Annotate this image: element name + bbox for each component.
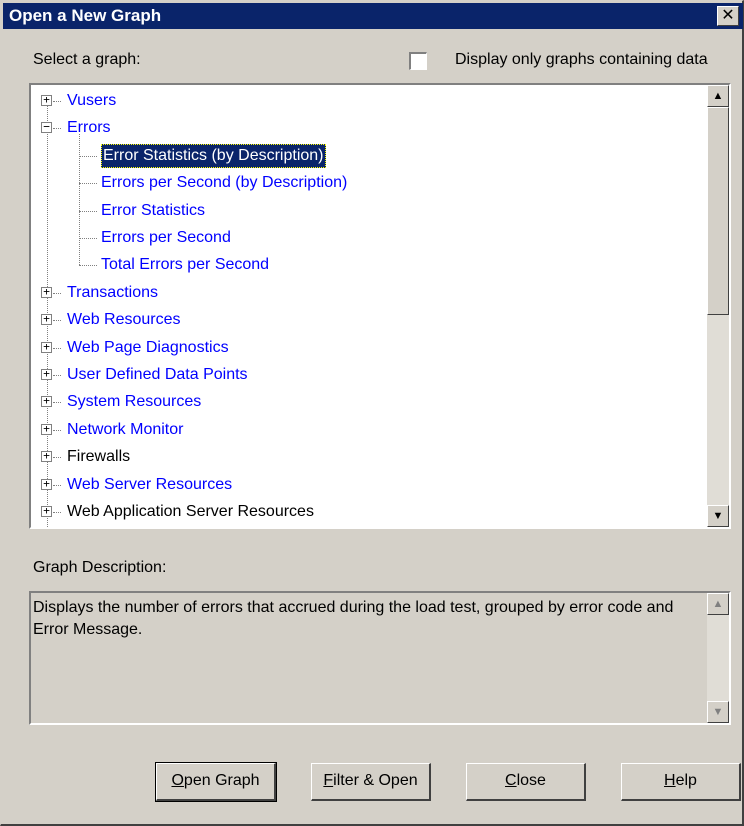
- tree-group-item[interactable]: − Errors: [31, 116, 707, 140]
- tree-connector-tick: [79, 210, 97, 212]
- tree-connector-tick: [53, 512, 61, 513]
- tree-group-item[interactable]: + Network Monitor: [31, 418, 707, 442]
- tree-item-label: System Resources: [67, 393, 202, 411]
- tree-item-label: Network Monitor: [67, 420, 184, 438]
- tree-connector-tick: [53, 457, 61, 459]
- tree-leaf-item[interactable]: Total Errors per Second: [31, 253, 707, 277]
- expand-icon[interactable]: +: [41, 478, 52, 490]
- tree-item-label: Error Statistics (by Description): [101, 143, 326, 168]
- tree-item-label: User Defined Data Points: [67, 366, 248, 383]
- tree-connector-tick: [53, 128, 61, 130]
- tree-group-item[interactable]: + Vusers: [31, 89, 707, 113]
- tree-content: + Vusers − Errors Error Statistics (by Descr…: [31, 85, 707, 527]
- expand-icon[interactable]: +: [41, 423, 52, 435]
- tree-connector-tick: [53, 320, 61, 322]
- tree-item-label: Errors per Second: [101, 229, 231, 246]
- scroll-up-icon[interactable]: ▲: [707, 85, 729, 107]
- close-button[interactable]: Close: [466, 763, 586, 801]
- scroll-thumb[interactable]: [707, 107, 729, 315]
- expand-icon[interactable]: +: [41, 313, 52, 326]
- tree-connector-tick: [79, 265, 97, 267]
- tree-connector-tick: [53, 292, 61, 294]
- graph-tree[interactable]: + Vusers − Errors Error Statistics (by Descr…: [29, 83, 731, 529]
- tree-connector-tick: [53, 375, 61, 376]
- graph-description-text: Displays the number of errors that accru…: [33, 599, 674, 638]
- tree-item-label: Web Resources: [67, 311, 181, 329]
- help-button[interactable]: Help: [621, 763, 741, 801]
- tree-scrollbar[interactable]: ▲ ▼: [707, 85, 729, 527]
- expand-icon[interactable]: +: [41, 395, 52, 408]
- tree-group-item[interactable]: + Web Application Server Resources: [31, 500, 707, 524]
- tree-group-item[interactable]: + Web Page Diagnostics: [31, 336, 707, 360]
- tree-group-item[interactable]: + Web Server Resources: [31, 473, 707, 497]
- checkbox-box[interactable]: [409, 52, 427, 70]
- tree-leaf-item[interactable]: Errors per Second (by Description): [31, 171, 707, 195]
- tree-group-item[interactable]: + User Defined Data Points: [31, 363, 707, 387]
- expand-icon[interactable]: +: [41, 368, 52, 380]
- expand-icon[interactable]: +: [41, 341, 52, 353]
- checkbox-label: Display only graphs containing data: [455, 51, 708, 68]
- graph-description-box: Displays the number of errors that accru…: [29, 591, 731, 725]
- collapse-icon[interactable]: −: [41, 121, 52, 134]
- tree-item-label: Firewalls: [67, 448, 131, 466]
- tree-group-item[interactable]: + Firewalls: [31, 445, 707, 469]
- window-title: Open a New Graph: [9, 6, 162, 25]
- expand-icon[interactable]: +: [41, 505, 52, 517]
- tree-item-label: Total Errors per Second: [101, 256, 270, 274]
- tree-group-item[interactable]: + Transactions: [31, 281, 707, 305]
- select-graph-label: Select a graph:: [33, 51, 141, 68]
- tree-item-label: Vusers: [67, 92, 117, 109]
- tree-group-item[interactable]: + System Resources: [31, 390, 707, 414]
- tree-connector-tick: [53, 484, 61, 486]
- tree-leaf-item[interactable]: Errors per Second: [31, 226, 707, 250]
- tree-connector-tick: [53, 101, 61, 102]
- tree-leaf-item[interactable]: Error Statistics: [31, 199, 707, 223]
- expand-icon[interactable]: +: [41, 450, 52, 463]
- tree-item-label: Web Page Diagnostics: [67, 338, 229, 356]
- tree-item-label: Web Server Resources: [67, 475, 233, 493]
- tree-connector-tick: [53, 347, 61, 349]
- tree-connector-tick: [53, 402, 61, 404]
- tree-item-label: Web Application Server Resources: [67, 503, 314, 520]
- tree-child-connector-line: [79, 133, 80, 266]
- tree-item-label: Error Statistics: [101, 201, 206, 219]
- expand-icon[interactable]: +: [41, 286, 52, 298]
- description-scrollbar[interactable]: ▲ ▼: [707, 593, 729, 723]
- desc-scroll-down-icon[interactable]: ▼: [707, 701, 729, 723]
- open-graph-dialog: Open a New Graph ✕ Select a graph: Displ…: [0, 0, 744, 826]
- tree-connector-tick: [53, 429, 61, 431]
- scroll-down-icon[interactable]: ▼: [707, 505, 729, 527]
- desc-scroll-up-icon[interactable]: ▲: [707, 593, 729, 615]
- close-icon[interactable]: ✕: [717, 6, 739, 26]
- tree-item-label: Errors: [67, 119, 111, 137]
- tree-leaf-item[interactable]: Error Statistics (by Description): [31, 143, 707, 168]
- tree-group-item[interactable]: + Web Resources: [31, 308, 707, 332]
- expand-icon[interactable]: +: [41, 94, 52, 106]
- tree-connector-tick: [79, 183, 97, 185]
- title-bar: Open a New Graph ✕: [3, 3, 743, 29]
- filter-open-button[interactable]: Filter & Open: [311, 763, 431, 801]
- tree-item-label: Transactions: [67, 283, 158, 301]
- tree-connector-tick: [79, 238, 97, 239]
- tree-connector-tick: [79, 155, 97, 157]
- tree-item-label: Errors per Second (by Description): [101, 174, 348, 192]
- graph-description-label: Graph Description:: [33, 559, 167, 576]
- open-graph-button[interactable]: Open Graph: [155, 762, 277, 802]
